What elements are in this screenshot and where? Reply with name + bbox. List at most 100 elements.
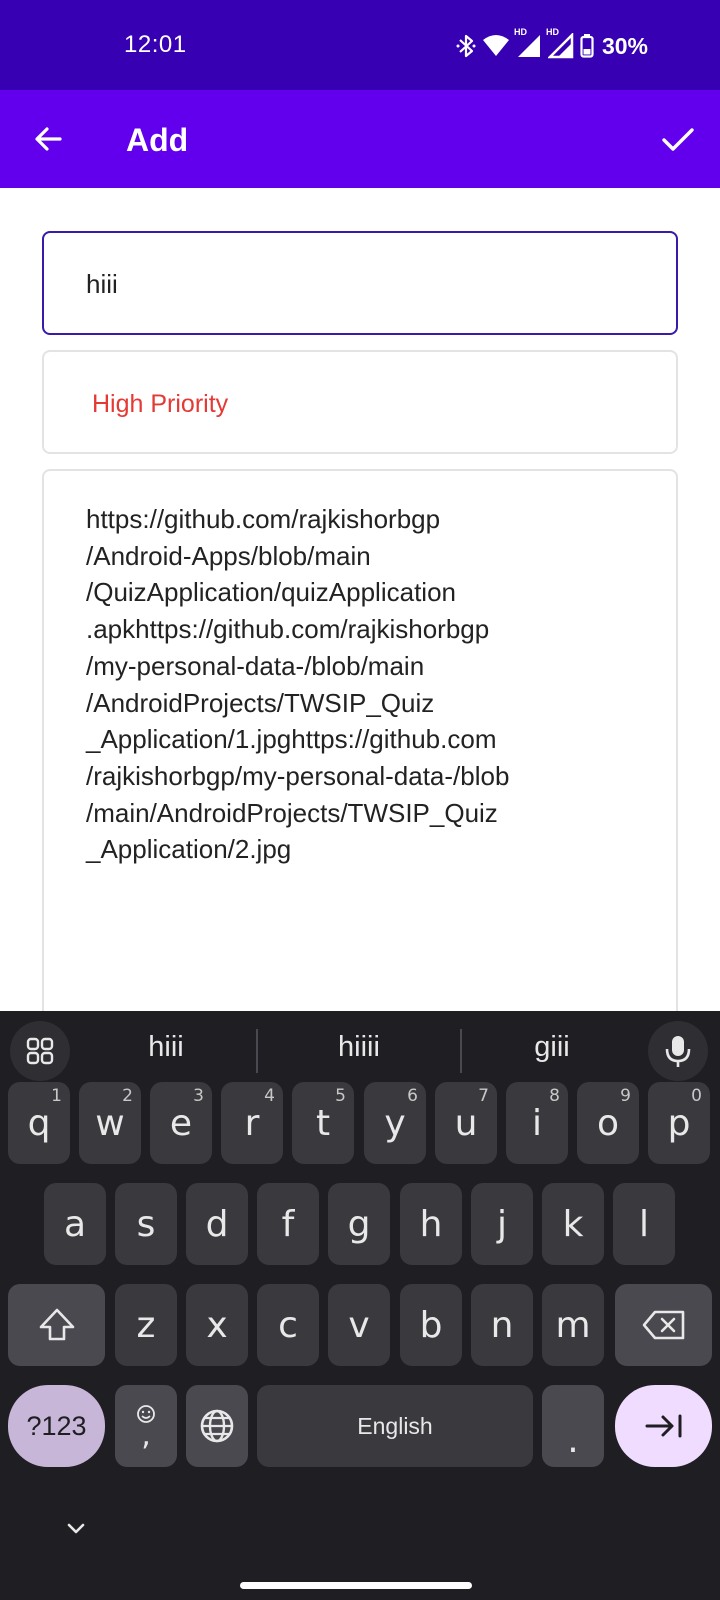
gesture-home-bar[interactable] — [240, 1582, 472, 1589]
key-hint: 3 — [193, 1086, 204, 1106]
back-button[interactable] — [24, 115, 72, 163]
voice-input-button[interactable] — [648, 1021, 708, 1081]
key-hint: 5 — [335, 1086, 346, 1106]
comma-emoji-key[interactable]: , — [115, 1385, 177, 1467]
suggestion-3[interactable]: giii — [452, 1031, 652, 1064]
save-button[interactable] — [654, 115, 702, 163]
signal-icon-2: HD — [546, 27, 574, 59]
backspace-key[interactable] — [615, 1284, 712, 1366]
key-r[interactable]: r4 — [221, 1082, 283, 1164]
key-label: f — [281, 1203, 295, 1245]
key-label: r — [244, 1102, 260, 1144]
key-e[interactable]: e3 — [150, 1082, 212, 1164]
bluetooth-icon — [456, 33, 476, 59]
key-label: j — [496, 1203, 507, 1245]
key-d[interactable]: d — [186, 1183, 248, 1265]
arrow-back-icon — [35, 127, 62, 151]
hd-label: HD — [513, 27, 527, 37]
description-line: _Application/1.jpghttps://github.com — [86, 724, 497, 755]
key-label: y — [384, 1102, 406, 1144]
status-time: 12:01 — [124, 31, 187, 58]
key-j[interactable]: j — [471, 1183, 533, 1265]
grid-icon — [26, 1037, 54, 1065]
description-line: /rajkishorbgp/my-personal-data-/blob — [86, 760, 510, 791]
key-t[interactable]: t5 — [292, 1082, 354, 1164]
key-label: k — [562, 1203, 584, 1245]
key-u[interactable]: u7 — [435, 1082, 497, 1164]
description-input[interactable]: https://github.com/rajkishorbgp /Android… — [42, 469, 678, 1029]
key-q[interactable]: q1 — [8, 1082, 70, 1164]
key-h[interactable]: h — [400, 1183, 462, 1265]
enter-key[interactable] — [615, 1385, 712, 1467]
key-n[interactable]: n — [471, 1284, 533, 1366]
suggestion-2[interactable]: hiiii — [259, 1031, 459, 1064]
key-z[interactable]: z — [115, 1284, 177, 1366]
key-g[interactable]: g — [328, 1183, 390, 1265]
add-screen: 12:01 HD HD 30% Add hiii High Priority h… — [0, 0, 720, 1600]
key-c[interactable]: c — [257, 1284, 319, 1366]
key-hint: 8 — [549, 1086, 560, 1106]
key-label: c — [278, 1304, 298, 1346]
key-hint: 0 — [691, 1086, 702, 1106]
key-s[interactable]: s — [115, 1183, 177, 1265]
symbols-key[interactable]: ?123 — [8, 1385, 105, 1467]
description-line: /Android-Apps/blob/main — [86, 540, 371, 571]
description-line: _Application/2.jpg — [86, 834, 292, 865]
soft-keyboard: hiii hiiii giii q1 w2 e3 r4 t5 y6 u7 i8 … — [0, 1011, 720, 1600]
key-w[interactable]: w2 — [79, 1082, 141, 1164]
key-label: w — [95, 1102, 125, 1144]
key-label: s — [136, 1203, 156, 1245]
page-title: Add — [126, 122, 189, 158]
space-key[interactable]: English — [257, 1385, 533, 1467]
key-hint: 1 — [51, 1086, 62, 1106]
key-label: , — [141, 1418, 151, 1453]
key-o[interactable]: o9 — [577, 1082, 639, 1164]
keyboard-apps-button[interactable] — [10, 1021, 70, 1081]
key-l[interactable]: l — [613, 1183, 675, 1265]
check-icon — [662, 128, 694, 151]
key-x[interactable]: x — [186, 1284, 248, 1366]
key-hint: 9 — [620, 1086, 631, 1106]
key-label: g — [347, 1203, 371, 1245]
key-label: p — [667, 1102, 691, 1144]
title-input[interactable]: hiii — [42, 231, 678, 335]
key-label: o — [596, 1102, 620, 1144]
backspace-icon — [642, 1310, 684, 1340]
key-b[interactable]: b — [400, 1284, 462, 1366]
key-i[interactable]: i8 — [506, 1082, 568, 1164]
key-f[interactable]: f — [257, 1183, 319, 1265]
key-hint: 4 — [264, 1086, 275, 1106]
status-icons: HD HD 30% — [456, 27, 648, 60]
priority-value: High Priority — [92, 390, 229, 418]
key-v[interactable]: v — [328, 1284, 390, 1366]
description-text: https://github.com/rajkishorbgp /Android… — [86, 501, 646, 868]
title-input-value: hiii — [86, 269, 118, 299]
shift-icon — [39, 1308, 74, 1341]
key-k[interactable]: k — [542, 1183, 604, 1265]
language-key[interactable] — [186, 1385, 248, 1467]
key-label: d — [205, 1203, 229, 1245]
period-key[interactable]: . — [542, 1385, 604, 1467]
key-label: ?123 — [26, 1410, 87, 1441]
globe-icon — [200, 1409, 234, 1443]
key-hint: 7 — [478, 1086, 489, 1106]
key-label: . — [567, 1419, 579, 1461]
hd-label-2: HD — [545, 27, 559, 37]
shift-key[interactable] — [8, 1284, 105, 1366]
description-line: .apkhttps://github.com/rajkishorbgp — [86, 614, 490, 645]
key-m[interactable]: m — [542, 1284, 604, 1366]
key-label: l — [638, 1203, 649, 1245]
key-label: m — [555, 1304, 591, 1346]
mic-icon — [665, 1036, 691, 1067]
priority-selector[interactable]: High Priority — [42, 350, 678, 454]
key-hint: 2 — [122, 1086, 133, 1106]
key-y[interactable]: y6 — [364, 1082, 426, 1164]
description-line: /my-personal-data-/blob/main — [86, 650, 425, 681]
key-p[interactable]: p0 — [648, 1082, 710, 1164]
hide-keyboard-chevron-icon[interactable] — [64, 1517, 88, 1541]
battery-percent: 30% — [601, 32, 648, 59]
suggestion-1[interactable]: hiii — [66, 1031, 266, 1064]
key-a[interactable]: a — [44, 1183, 106, 1265]
description-line: /AndroidProjects/TWSIP_Quiz — [86, 687, 435, 718]
key-label: a — [63, 1203, 87, 1245]
